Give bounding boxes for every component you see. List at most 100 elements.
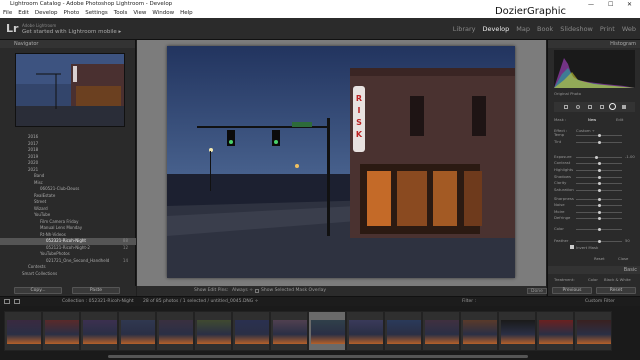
navigator-header[interactable]: Navigator <box>0 40 135 48</box>
slider-value[interactable]: 50 <box>625 238 630 243</box>
slider-knob[interactable] <box>597 182 601 185</box>
close-mask-button[interactable]: Close <box>618 256 628 261</box>
filmstrip-thumbnail[interactable] <box>194 311 232 351</box>
done-button[interactable]: Done <box>527 288 547 294</box>
previous-button[interactable]: Previous <box>552 287 592 294</box>
module-slideshow[interactable]: Slideshow <box>560 25 593 33</box>
menu-file[interactable]: File <box>3 10 12 16</box>
filmstrip-thumbnail[interactable] <box>308 311 346 351</box>
adjustment-slider[interactable] <box>576 162 622 165</box>
treatment-color[interactable]: Color <box>588 277 598 282</box>
slider-knob[interactable] <box>597 141 601 144</box>
reset-button[interactable]: Reset <box>596 287 636 294</box>
adjustment-slider[interactable] <box>576 182 622 185</box>
module-library[interactable]: Library <box>453 25 476 33</box>
menu-help[interactable]: Help <box>180 10 193 16</box>
copy-button[interactable]: Copy... <box>14 287 62 294</box>
spot-removal-icon[interactable] <box>576 105 580 109</box>
filmstrip-thumbnail[interactable] <box>346 311 384 351</box>
module-web[interactable]: Web <box>622 25 636 33</box>
adjustment-slider[interactable] <box>576 240 622 243</box>
graduated-filter-icon[interactable] <box>600 105 604 109</box>
photo-canvas[interactable]: R I S K <box>137 40 546 286</box>
folder-label: YouTube <box>34 212 51 217</box>
slider-knob[interactable] <box>597 217 601 220</box>
filmstrip-thumbnail[interactable] <box>270 311 308 351</box>
adjustment-slider[interactable] <box>576 169 622 172</box>
filmstrip-thumbnail[interactable] <box>422 311 460 351</box>
slider-knob[interactable] <box>597 134 601 137</box>
mobile-promo-link[interactable]: Get started with Lightroom mobile ▸ <box>22 29 121 35</box>
basic-panel-header[interactable]: Basic <box>548 266 640 274</box>
slider-knob[interactable] <box>597 228 601 231</box>
filmstrip-thumbnail[interactable] <box>4 311 42 351</box>
adjustment-slider[interactable] <box>576 176 622 179</box>
slider-value[interactable]: -1.00 <box>625 154 635 159</box>
paste-button[interactable]: Paste <box>72 287 120 294</box>
slider-knob[interactable] <box>597 240 601 243</box>
adjustment-slider[interactable] <box>576 134 622 137</box>
menu-window[interactable]: Window <box>152 10 174 16</box>
slider-knob[interactable] <box>597 211 601 214</box>
main-photo[interactable]: R I S K <box>167 46 515 278</box>
filmstrip-thumbnail[interactable] <box>232 311 270 351</box>
adjustment-slider[interactable] <box>576 217 622 220</box>
red-eye-icon[interactable] <box>588 105 592 109</box>
effect-select[interactable]: Custom ÷ <box>576 128 595 133</box>
module-book[interactable]: Book <box>537 25 553 33</box>
slider-knob[interactable] <box>595 156 599 159</box>
slider-knob[interactable] <box>597 169 601 172</box>
filmstrip-thumbnail[interactable] <box>156 311 194 351</box>
treatment-bw[interactable]: Black & White <box>604 277 631 282</box>
close-button[interactable]: ✕ <box>627 0 632 9</box>
histogram-header[interactable]: Histogram <box>548 40 640 48</box>
adjustment-slider[interactable] <box>576 204 622 207</box>
slider-knob[interactable] <box>597 176 601 179</box>
adjustment-slider[interactable] <box>576 198 622 201</box>
grid-view-icon[interactable] <box>4 299 10 304</box>
slider-knob[interactable] <box>597 198 601 201</box>
menu-edit[interactable]: Edit <box>18 10 29 16</box>
slider-knob[interactable] <box>597 162 601 165</box>
adjustment-slider[interactable] <box>576 211 622 214</box>
reset-mask-button[interactable]: Reset <box>594 256 605 261</box>
filmstrip-thumbnail[interactable] <box>80 311 118 351</box>
histogram[interactable] <box>554 50 635 88</box>
filmstrip-thumbnail[interactable] <box>574 311 612 351</box>
radial-filter-icon[interactable] <box>609 103 616 110</box>
edit-pins-select[interactable]: Always ÷ <box>232 286 253 296</box>
menu-develop[interactable]: Develop <box>35 10 58 16</box>
filmstrip-thumbnail[interactable] <box>42 311 80 351</box>
mask-new-button[interactable]: New <box>588 117 596 122</box>
slider-knob[interactable] <box>597 189 601 192</box>
invert-mask-checkbox[interactable] <box>570 245 574 249</box>
menu-settings[interactable]: Settings <box>85 10 108 16</box>
adjustment-slider[interactable] <box>576 189 622 192</box>
menu-photo[interactable]: Photo <box>64 10 80 16</box>
menu-view[interactable]: View <box>133 10 146 16</box>
mask-edit-button[interactable]: Edit <box>616 117 623 122</box>
slider-knob[interactable] <box>597 204 601 207</box>
filmstrip-thumbnail[interactable] <box>498 311 536 351</box>
secondary-display-icon[interactable] <box>14 299 20 304</box>
folder-row[interactable]: Smart Collections <box>0 271 136 278</box>
adjustment-slider[interactable] <box>576 228 622 231</box>
filmstrip-thumbnail[interactable] <box>460 311 498 351</box>
module-develop[interactable]: Develop <box>483 25 510 33</box>
module-print[interactable]: Print <box>600 25 615 33</box>
adjustment-slider[interactable] <box>576 141 622 144</box>
overlay-checkbox[interactable] <box>255 289 259 293</box>
navigator-preview[interactable] <box>15 53 125 127</box>
filmstrip-thumbnail[interactable] <box>536 311 574 351</box>
filmstrip-thumbnail[interactable] <box>118 311 156 351</box>
adjustment-brush-icon[interactable] <box>622 105 626 109</box>
adjustment-slider[interactable] <box>576 156 622 159</box>
minimize-button[interactable]: — <box>588 0 594 9</box>
filmstrip-scrollbar[interactable] <box>108 355 528 358</box>
filmstrip-thumbnail[interactable] <box>384 311 422 351</box>
maximize-button[interactable]: ☐ <box>608 0 613 9</box>
module-map[interactable]: Map <box>516 25 530 33</box>
filmstrip-bar: Collection : 052321-Ricoh-Night 28 of 85… <box>0 296 640 306</box>
menu-tools[interactable]: Tools <box>114 10 128 16</box>
crop-tool-icon[interactable] <box>564 105 568 109</box>
